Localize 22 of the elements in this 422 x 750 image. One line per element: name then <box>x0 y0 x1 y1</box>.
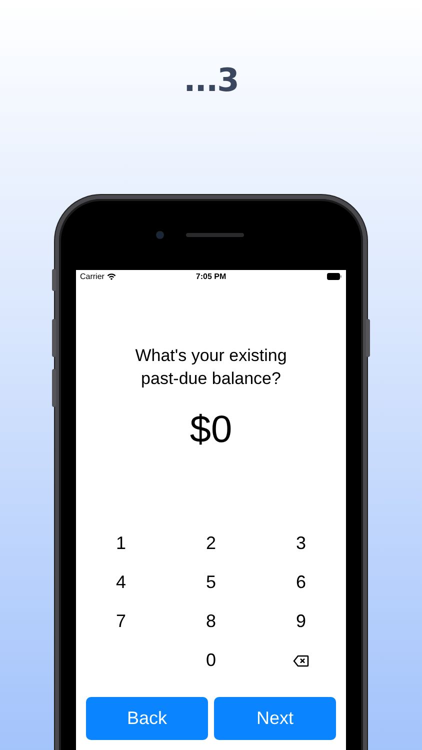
keypad-key[interactable]: 2 <box>191 528 231 558</box>
keypad-key[interactable]: 5 <box>191 568 231 598</box>
nav-button[interactable]: Back <box>86 697 208 740</box>
keypad-key[interactable]: 9 <box>281 606 321 636</box>
status-time: 7:05 PM <box>196 272 226 280</box>
backspace-icon <box>293 654 309 666</box>
keypad-key[interactable]: 4 <box>101 568 141 598</box>
page-heading: ...3 <box>184 60 238 100</box>
question-text: What's your existing past-due balance? <box>134 345 288 390</box>
nav-button[interactable]: Next <box>214 697 336 740</box>
keypad-key[interactable]: 8 <box>191 606 231 636</box>
keypad-key[interactable]: 1 <box>101 528 141 558</box>
keypad-key[interactable]: 0 <box>191 646 231 676</box>
carrier-label: Carrier <box>80 272 104 280</box>
speaker-grille <box>186 233 244 237</box>
camera-icon <box>156 231 164 239</box>
keypad-key[interactable]: 3 <box>281 528 321 558</box>
wifi-icon <box>107 272 116 280</box>
battery-icon <box>327 272 342 280</box>
keypad-key[interactable]: 7 <box>101 606 141 636</box>
keypad-key[interactable]: 6 <box>281 568 321 598</box>
amount-display: $0 <box>190 408 232 452</box>
